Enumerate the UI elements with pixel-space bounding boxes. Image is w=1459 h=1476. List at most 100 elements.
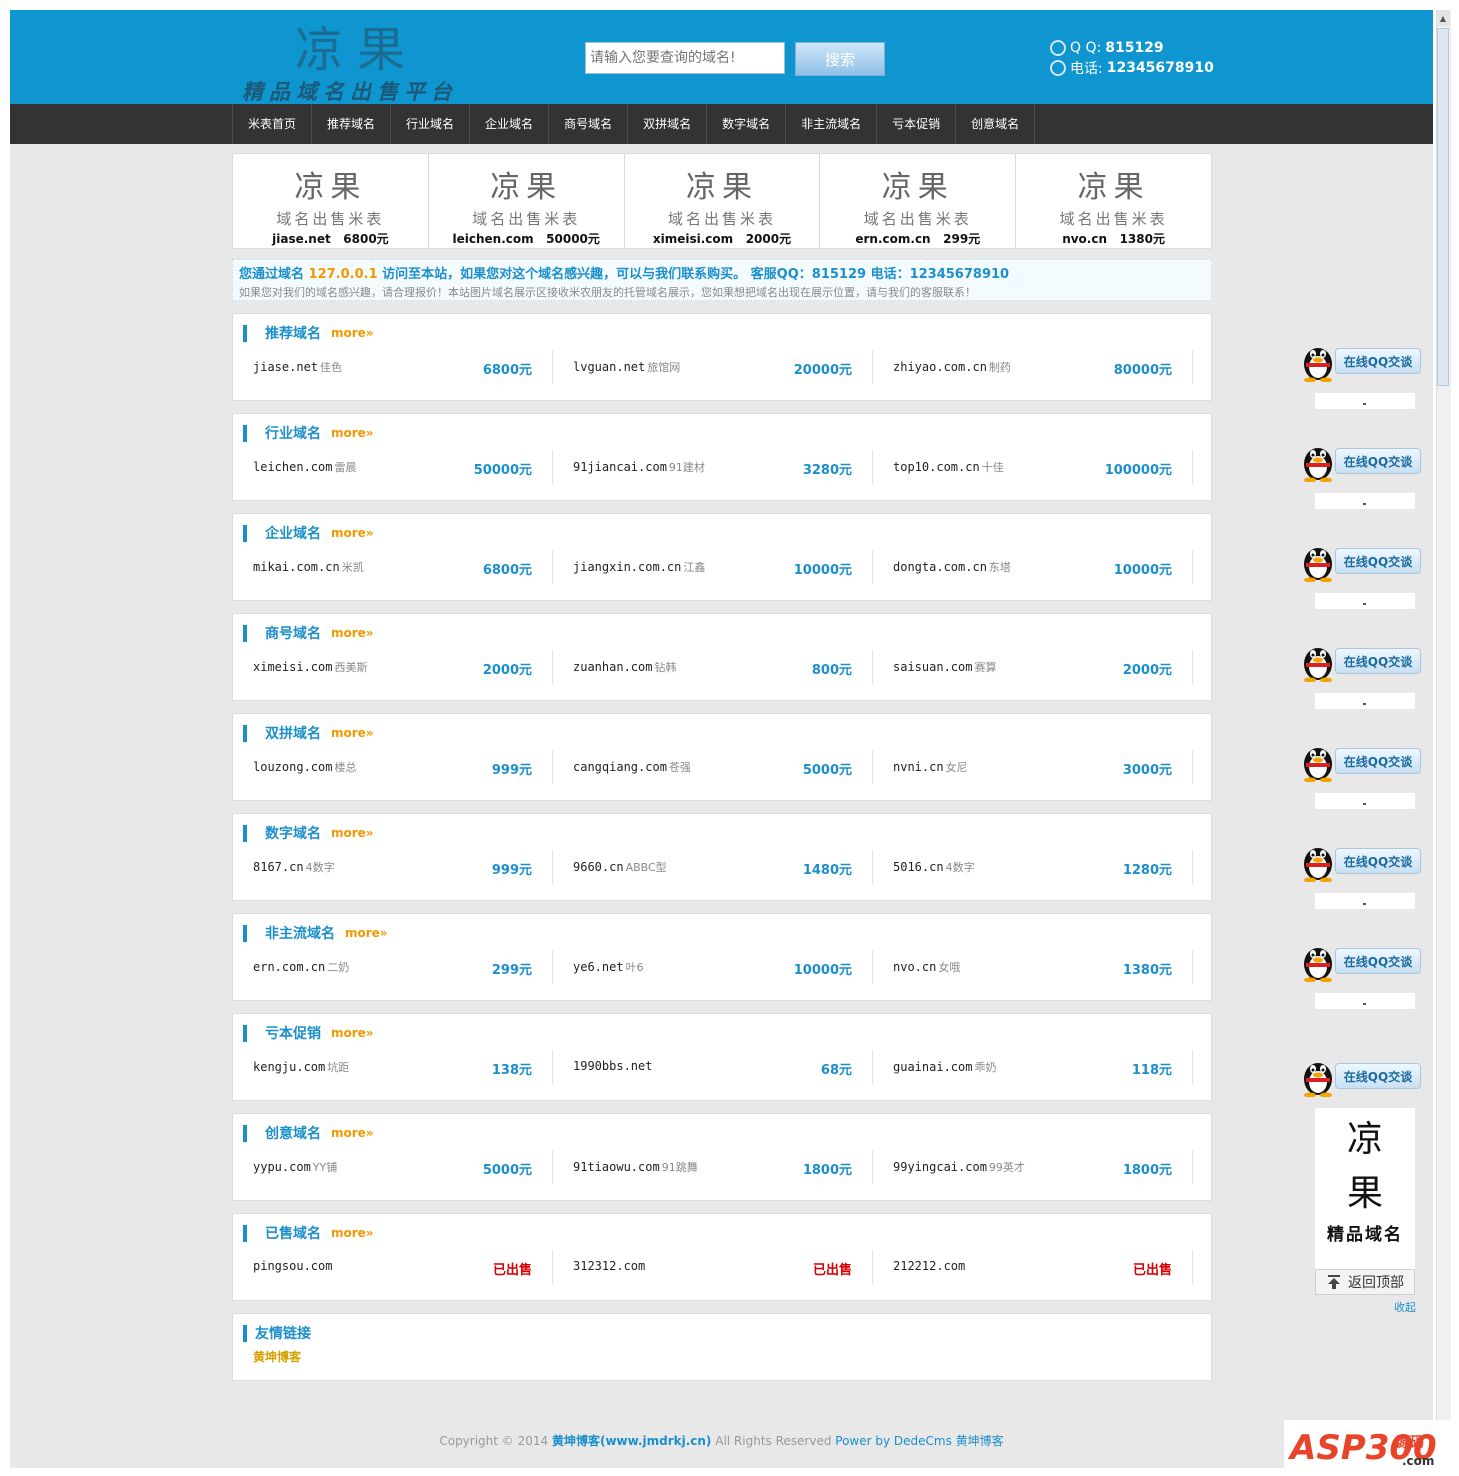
section-title[interactable]: 已售域名 [265, 1223, 321, 1243]
domain-name[interactable]: 99yingcai.com 99英才 [893, 1159, 1025, 1175]
domain-item[interactable]: zhiyao.com.cn 制药 80000元 [873, 350, 1193, 384]
domain-name[interactable]: leichen.com 雷晨 [253, 459, 356, 475]
domain-name[interactable]: 5016.cn 4数字 [893, 859, 975, 875]
domain-item[interactable]: 91jiancai.com 91建材 3280元 [553, 450, 873, 484]
domain-name[interactable]: dongta.com.cn 东塔 [893, 559, 1011, 575]
qq-chat-button[interactable]: 在线QQ交谈 [1298, 440, 1423, 488]
qq-chat-button[interactable]: 在线QQ交谈 [1298, 840, 1423, 888]
domain-name[interactable]: nvo.cn 女哦 [893, 959, 960, 975]
domain-name[interactable]: jiangxin.com.cn 江鑫 [573, 559, 705, 575]
nav-item[interactable]: 行业域名 [391, 104, 471, 144]
domain-name[interactable]: 312312.com [573, 1259, 647, 1273]
domain-name[interactable]: 9660.cn ABBC型 [573, 859, 667, 875]
domain-name[interactable]: 212212.com [893, 1259, 967, 1273]
domain-item[interactable]: dongta.com.cn 东塔 10000元 [873, 550, 1193, 584]
domain-name[interactable]: louzong.com 楼总 [253, 759, 356, 775]
section-title[interactable]: 推荐域名 [265, 323, 321, 343]
section-more-link[interactable]: more» [331, 526, 374, 540]
nav-item[interactable]: 商号域名 [549, 104, 629, 144]
domain-item[interactable]: cangqiang.com 苍强 5000元 [553, 750, 873, 784]
section-more-link[interactable]: more» [331, 826, 374, 840]
domain-name[interactable]: kengju.com 坑距 [253, 1059, 349, 1075]
site-logo[interactable]: 凉果 [295, 10, 419, 80]
qq-chat-label[interactable]: 在线QQ交谈 [1335, 748, 1421, 774]
domain-item[interactable]: 8167.cn 4数字 999元 [233, 850, 553, 884]
domain-item[interactable]: yypu.com YY铺 5000元 [233, 1150, 553, 1184]
domain-name[interactable]: guainai.com 乖奶 [893, 1059, 996, 1075]
domain-item[interactable]: louzong.com 楼总 999元 [233, 750, 553, 784]
section-title[interactable]: 数字域名 [265, 823, 321, 843]
qq-chat-label[interactable]: 在线QQ交谈 [1335, 348, 1421, 374]
qq-chat-label[interactable]: 在线QQ交谈 [1335, 548, 1421, 574]
domain-name[interactable]: ximeisi.com 西美斯 [253, 659, 367, 675]
domain-item[interactable]: nvo.cn 女哦 1380元 [873, 950, 1193, 984]
section-title[interactable]: 双拼域名 [265, 723, 321, 743]
domain-name[interactable]: ye6.net 叶6 [573, 959, 644, 975]
domain-name[interactable]: 91jiancai.com 91建材 [573, 459, 705, 475]
nav-item[interactable]: 亏本促销 [877, 104, 957, 144]
domain-item[interactable]: top10.com.cn 十佳 100000元 [873, 450, 1193, 484]
domain-name[interactable]: pingsou.com [253, 1259, 334, 1273]
section-more-link[interactable]: more» [331, 1226, 374, 1240]
domain-item[interactable]: 5016.cn 4数字 1280元 [873, 850, 1193, 884]
scrollbar-thumb[interactable] [1437, 28, 1449, 386]
qq-chat-button[interactable]: 在线QQ交谈 [1298, 940, 1423, 988]
domain-item[interactable]: guainai.com 乖奶 118元 [873, 1050, 1193, 1084]
qq-chat-label[interactable]: 在线QQ交谈 [1335, 848, 1421, 874]
domain-name[interactable]: ern.com.cn 二奶 [253, 959, 349, 975]
banner-card[interactable]: 凉果 域名出售米表 ern.com.cn 299元 [820, 154, 1017, 248]
domain-name[interactable]: zuanhan.com 钻韩 [573, 659, 676, 675]
domain-name[interactable]: mikai.com.cn 米凯 [253, 559, 364, 575]
footer-site-link[interactable]: 黄坤博客(www.jmdrkj.cn) [552, 1434, 711, 1448]
nav-item[interactable]: 数字域名 [707, 104, 787, 144]
domain-name[interactable]: yypu.com YY铺 [253, 1159, 337, 1175]
domain-item[interactable]: mikai.com.cn 米凯 6800元 [233, 550, 553, 584]
friend-link[interactable]: 黄坤博客 [253, 1348, 301, 1365]
domain-item[interactable]: lvguan.net 旅馆网 20000元 [553, 350, 873, 384]
domain-item[interactable]: 91tiaowu.com 91跳舞 1800元 [553, 1150, 873, 1184]
qq-chat-label[interactable]: 在线QQ交谈 [1335, 948, 1421, 974]
nav-item[interactable]: 非主流域名 [786, 104, 878, 144]
domain-item[interactable]: ern.com.cn 二奶 299元 [233, 950, 553, 984]
domain-name[interactable]: jiase.net 佳色 [253, 359, 342, 375]
domain-item[interactable]: jiangxin.com.cn 江鑫 10000元 [553, 550, 873, 584]
domain-item[interactable]: kengju.com 坑距 138元 [233, 1050, 553, 1084]
section-title[interactable]: 行业域名 [265, 423, 321, 443]
nav-item[interactable]: 双拼域名 [628, 104, 708, 144]
qq-chat-button[interactable]: 在线QQ交谈 [1298, 740, 1423, 788]
banner-card[interactable]: 凉果 域名出售米表 leichen.com 50000元 [429, 154, 625, 248]
collapse-link[interactable]: 收起 [1394, 1299, 1416, 1315]
section-title[interactable]: 亏本促销 [265, 1023, 321, 1043]
domain-name[interactable]: 8167.cn 4数字 [253, 859, 335, 875]
domain-name[interactable]: cangqiang.com 苍强 [573, 759, 691, 775]
search-input[interactable] [585, 42, 785, 74]
domain-name[interactable]: nvni.cn 女尼 [893, 759, 968, 775]
qq-chat-label[interactable]: 在线QQ交谈 [1335, 648, 1421, 674]
nav-item[interactable]: 创意域名 [956, 104, 1036, 144]
nav-item[interactable]: 米表首页 [232, 104, 313, 144]
domain-item[interactable]: ximeisi.com 西美斯 2000元 [233, 650, 553, 684]
domain-name[interactable]: saisuan.com 赛算 [893, 659, 996, 675]
qq-chat-button[interactable]: 在线QQ交谈 [1298, 1055, 1423, 1103]
domain-name[interactable]: 1990bbs.net [573, 1059, 654, 1073]
banner-card[interactable]: 凉果 域名出售米表 nvo.cn 1380元 [1016, 154, 1211, 248]
banner-card[interactable]: 凉果 域名出售米表 jiase.net 6800元 [233, 154, 429, 248]
domain-item[interactable]: jiase.net 佳色 6800元 [233, 350, 553, 384]
domain-name[interactable]: top10.com.cn 十佳 [893, 459, 1004, 475]
section-more-link[interactable]: more» [345, 926, 388, 940]
qq-chat-button[interactable]: 在线QQ交谈 [1298, 340, 1423, 388]
section-more-link[interactable]: more» [331, 326, 374, 340]
qq-chat-button[interactable]: 在线QQ交谈 [1298, 540, 1423, 588]
domain-item[interactable]: 1990bbs.net 68元 [553, 1050, 873, 1084]
domain-item[interactable]: zuanhan.com 钻韩 800元 [553, 650, 873, 684]
scroll-up-arrow-icon[interactable]: ▲ [1436, 10, 1450, 26]
domain-item[interactable]: 9660.cn ABBC型 1480元 [553, 850, 873, 884]
section-title[interactable]: 企业域名 [265, 523, 321, 543]
qq-chat-label[interactable]: 在线QQ交谈 [1335, 1063, 1421, 1089]
nav-item[interactable]: 企业域名 [470, 104, 550, 144]
nav-item[interactable]: 推荐域名 [312, 104, 392, 144]
domain-item[interactable]: 312312.com 已出售 [553, 1250, 873, 1284]
banner-card[interactable]: 凉果 域名出售米表 ximeisi.com 2000元 [625, 154, 821, 248]
domain-item[interactable]: 99yingcai.com 99英才 1800元 [873, 1150, 1193, 1184]
section-more-link[interactable]: more» [331, 726, 374, 740]
